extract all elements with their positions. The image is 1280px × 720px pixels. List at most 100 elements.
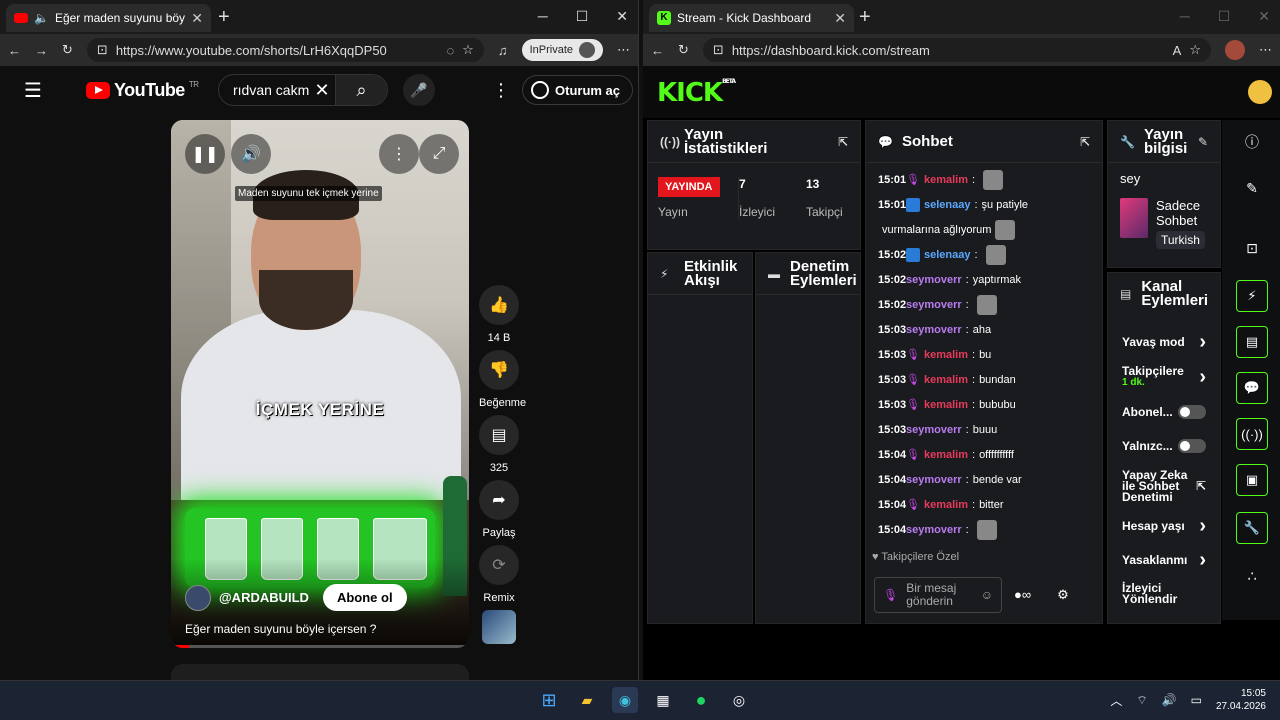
chat-message[interactable]: 15:03 seymoverr: aha	[878, 317, 1094, 342]
clock[interactable]: 15:05 27.04.2026	[1216, 687, 1266, 713]
remix-icon[interactable]: ⟳	[479, 545, 519, 585]
chevron-right-icon[interactable]: ›	[1199, 515, 1206, 538]
chat-username[interactable]: seymoverr	[906, 524, 962, 536]
chat-username[interactable]: kemalim	[924, 449, 968, 461]
fullscreen-icon[interactable]: ⤢	[419, 134, 459, 174]
chevron-right-icon[interactable]: ›	[1199, 331, 1206, 354]
channel-action-row[interactable]: Hedefleri ›	[1108, 611, 1220, 624]
refresh-icon[interactable]: ↻	[62, 42, 73, 58]
maximize-button[interactable]: ☐	[576, 8, 589, 25]
chat-username[interactable]: seymoverr	[906, 299, 962, 311]
youtube-logo[interactable]: YouTube TR	[86, 80, 199, 101]
chat-username[interactable]: kemalim	[924, 349, 968, 361]
popout-icon[interactable]: ⇱	[1080, 135, 1090, 149]
site-info-icon[interactable]: ⊡	[97, 42, 108, 58]
chat-message[interactable]: 15:01 🎙 kemalim:	[878, 167, 1094, 192]
edit-icon[interactable]: ✎	[1198, 135, 1208, 149]
emoji-icon[interactable]: ☺	[981, 588, 993, 602]
minimize-button[interactable]: ─	[1180, 8, 1190, 25]
store-icon[interactable]: ▦	[650, 687, 676, 713]
channel-action-row[interactable]: Yalnızc...	[1108, 429, 1220, 463]
tab-youtube-short[interactable]: 🔈 Eğer maden suyunu böyle içers ✕	[6, 4, 211, 32]
maximize-button[interactable]: ☐	[1218, 8, 1231, 25]
chat-username[interactable]: seymoverr	[906, 424, 962, 436]
short-video-player[interactable]: ❚❚ 🔊 ⋮ ⤢ Maden suyunu tek içmek yerine İ…	[171, 120, 469, 648]
share-icon[interactable]: ➦	[479, 480, 519, 520]
profile-avatar[interactable]	[1225, 40, 1245, 60]
wrench-icon[interactable]: 🔧	[1236, 512, 1268, 544]
chat-input[interactable]: 🎙 Bir mesaj gönderin ☺	[874, 577, 1002, 613]
share-action[interactable]: ➦ Paylaş	[479, 480, 519, 539]
dislike-action[interactable]: 👎 Beğenme	[479, 350, 526, 409]
new-tab-button[interactable]: +	[859, 6, 871, 29]
battery-icon[interactable]: ▭	[1191, 693, 1202, 707]
edge-icon[interactable]: ◉	[612, 687, 638, 713]
settings-dots-icon[interactable]: ⋮	[492, 80, 510, 101]
progress-bar[interactable]	[171, 645, 469, 648]
url-field[interactable]: ⊡ https://dashboard.kick.com/stream A ☆	[702, 38, 1211, 62]
chat-message[interactable]: 15:02 seymoverr:	[878, 292, 1094, 317]
hamburger-menu-icon[interactable]: ☰	[24, 78, 42, 103]
channel-avatar[interactable]	[185, 584, 211, 611]
chat-message[interactable]: 15:01 selenaay: şu patiyle	[878, 192, 1094, 217]
forward-icon[interactable]: →	[35, 43, 48, 58]
site-info-icon[interactable]: ⊡	[713, 42, 724, 58]
clear-search-icon[interactable]: ✕	[309, 80, 335, 101]
chat-message[interactable]: vurmalarına ağlıyorum	[878, 217, 1094, 242]
chevron-right-icon[interactable]: ›	[1199, 617, 1206, 624]
channel-action-row[interactable]: İzleyici Yönlendir	[1108, 577, 1220, 611]
next-short-preview[interactable]	[171, 664, 469, 680]
close-window-button[interactable]: ✕	[1258, 8, 1270, 25]
chat-username[interactable]: seymoverr	[906, 274, 962, 286]
search-icon[interactable]: ⌕	[335, 75, 387, 105]
chevron-right-icon[interactable]: ›	[1199, 366, 1206, 389]
audio-thumbnail[interactable]	[482, 610, 516, 644]
inprivate-badge[interactable]: InPrivate	[521, 39, 603, 61]
chat-message-list[interactable]: 15:01 🎙 kemalim:15:01 selenaay: şu patiyle vu…	[878, 167, 1094, 542]
favorite-star-icon[interactable]: ☆	[462, 42, 474, 58]
channel-action-row[interactable]: Takipçilere 1 dk. ›	[1108, 359, 1220, 395]
more-menu-icon[interactable]: ⋯	[1259, 42, 1272, 58]
short-title[interactable]: Eğer maden suyunu böyle içersen ?	[185, 622, 376, 636]
external-link-icon[interactable]: ⇱	[1196, 479, 1206, 493]
toggle-switch[interactable]	[1178, 439, 1206, 453]
chat-username[interactable]: kemalim	[924, 499, 968, 511]
kick-logo[interactable]: KICKBETA	[657, 78, 736, 108]
comment-icon[interactable]: ▤	[479, 415, 519, 455]
popout-icon[interactable]: ⇱	[838, 135, 848, 149]
sign-in-button[interactable]: Oturum aç	[522, 75, 634, 105]
url-field[interactable]: ⊡ https://www.youtube.com/shorts/LrH6Xqq…	[86, 38, 484, 62]
favorite-star-icon[interactable]: ☆	[1189, 42, 1201, 58]
toggle-switch[interactable]	[1178, 405, 1206, 419]
chat-username[interactable]: kemalim	[924, 374, 968, 386]
points-button[interactable]: ●∞	[1014, 587, 1031, 603]
close-tab-icon[interactable]: ✕	[834, 10, 846, 27]
camera-frame-icon[interactable]: ⊡	[1236, 232, 1268, 264]
channel-action-row[interactable]: Abonel...	[1108, 395, 1220, 429]
chat-message[interactable]: 15:02 seymoverr: yaptırmak	[878, 267, 1094, 292]
media-icon[interactable]: ♫	[498, 43, 508, 58]
chat-username[interactable]: kemalim	[924, 399, 968, 411]
wifi-icon[interactable]: ⌔	[1136, 693, 1147, 708]
pencil-icon[interactable]: ✎	[1236, 172, 1268, 204]
chevron-right-icon[interactable]: ›	[1199, 549, 1206, 572]
thumbs-up-icon[interactable]: 👍	[479, 285, 519, 325]
read-aloud-icon[interactable]: A	[1173, 43, 1182, 58]
spotify-icon[interactable]: ●	[688, 687, 714, 713]
close-window-button[interactable]: ✕	[616, 8, 628, 25]
info-icon[interactable]: ⓘ	[1236, 126, 1268, 158]
notes-icon[interactable]: ▤	[1236, 326, 1268, 358]
broadcast-icon[interactable]: ((·))	[1236, 418, 1268, 450]
lightning-icon[interactable]: ⚡	[1236, 280, 1268, 312]
new-tab-button[interactable]: +	[218, 6, 230, 29]
like-action[interactable]: 👍 14 B	[479, 285, 519, 344]
chat-message[interactable]: 15:02 selenaay:	[878, 242, 1094, 267]
windows-start-icon[interactable]: ⊞	[536, 687, 562, 713]
thumbs-down-icon[interactable]: 👎	[479, 350, 519, 390]
more-menu-icon[interactable]: ⋯	[617, 42, 630, 58]
close-tab-icon[interactable]: ✕	[191, 10, 203, 27]
tray-chevron-icon[interactable]: ︿	[1110, 692, 1122, 709]
dots-cluster-icon[interactable]: ∴	[1236, 560, 1268, 592]
volume-button[interactable]: 🔊	[231, 134, 271, 174]
chat-message[interactable]: 15:04 seymoverr: bende var	[878, 467, 1094, 492]
